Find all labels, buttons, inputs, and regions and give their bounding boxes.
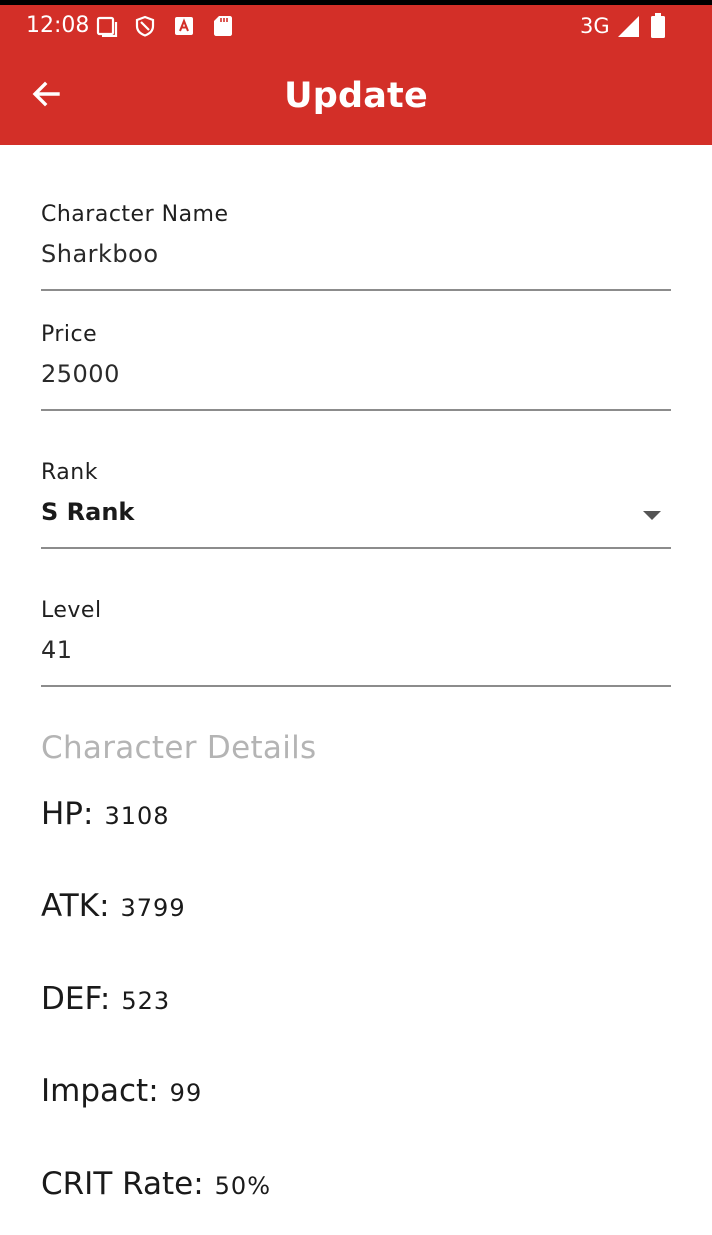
character-name-input[interactable] bbox=[41, 239, 601, 269]
character-name-label: Character Name bbox=[41, 202, 229, 227]
stat-value: 523 bbox=[121, 987, 171, 1015]
stat-def: DEF: 523 bbox=[41, 979, 170, 1019]
stat-label: HP: bbox=[41, 796, 94, 832]
stat-atk: ATK: 3799 bbox=[41, 886, 186, 926]
stat-impact: Impact: 99 bbox=[41, 1071, 202, 1111]
signal-icon bbox=[616, 14, 640, 42]
status-bar: 12:08 3G bbox=[0, 5, 712, 47]
stat-label: ATK: bbox=[41, 888, 110, 924]
stat-label: DEF: bbox=[41, 981, 111, 1017]
rank-label: Rank bbox=[41, 460, 98, 485]
page-title: Update bbox=[284, 76, 428, 116]
stat-value: 50% bbox=[214, 1172, 271, 1200]
screen-icon bbox=[96, 15, 118, 41]
stat-value: 3799 bbox=[120, 894, 186, 922]
stat-value: 3108 bbox=[104, 802, 170, 830]
rank-field[interactable]: Rank S Rank bbox=[41, 448, 671, 549]
stat-value: 99 bbox=[169, 1079, 203, 1107]
stat-hp: HP: 3108 bbox=[41, 794, 170, 834]
a-icon bbox=[174, 15, 194, 41]
level-label: Level bbox=[41, 598, 102, 623]
stat-label: Impact: bbox=[41, 1073, 159, 1109]
price-field[interactable]: Price bbox=[41, 310, 671, 411]
level-input[interactable] bbox=[41, 635, 601, 665]
character-details-heading: Character Details bbox=[41, 730, 317, 766]
rank-select[interactable]: S Rank bbox=[41, 497, 601, 527]
status-time: 12:08 bbox=[26, 13, 90, 38]
stat-crit-rate: CRIT Rate: 50% bbox=[41, 1164, 271, 1204]
price-label: Price bbox=[41, 322, 98, 347]
level-field[interactable]: Level bbox=[41, 586, 671, 687]
shield-icon bbox=[134, 15, 156, 41]
network-type: 3G bbox=[580, 14, 610, 38]
battery-icon bbox=[650, 13, 666, 43]
dropdown-arrow-icon[interactable] bbox=[643, 511, 661, 520]
character-name-field[interactable]: Character Name bbox=[41, 190, 671, 291]
sd-card-icon bbox=[213, 15, 233, 41]
stat-label: CRIT Rate: bbox=[41, 1166, 204, 1202]
app-bar: Update bbox=[0, 47, 712, 145]
price-input[interactable] bbox=[41, 359, 601, 389]
